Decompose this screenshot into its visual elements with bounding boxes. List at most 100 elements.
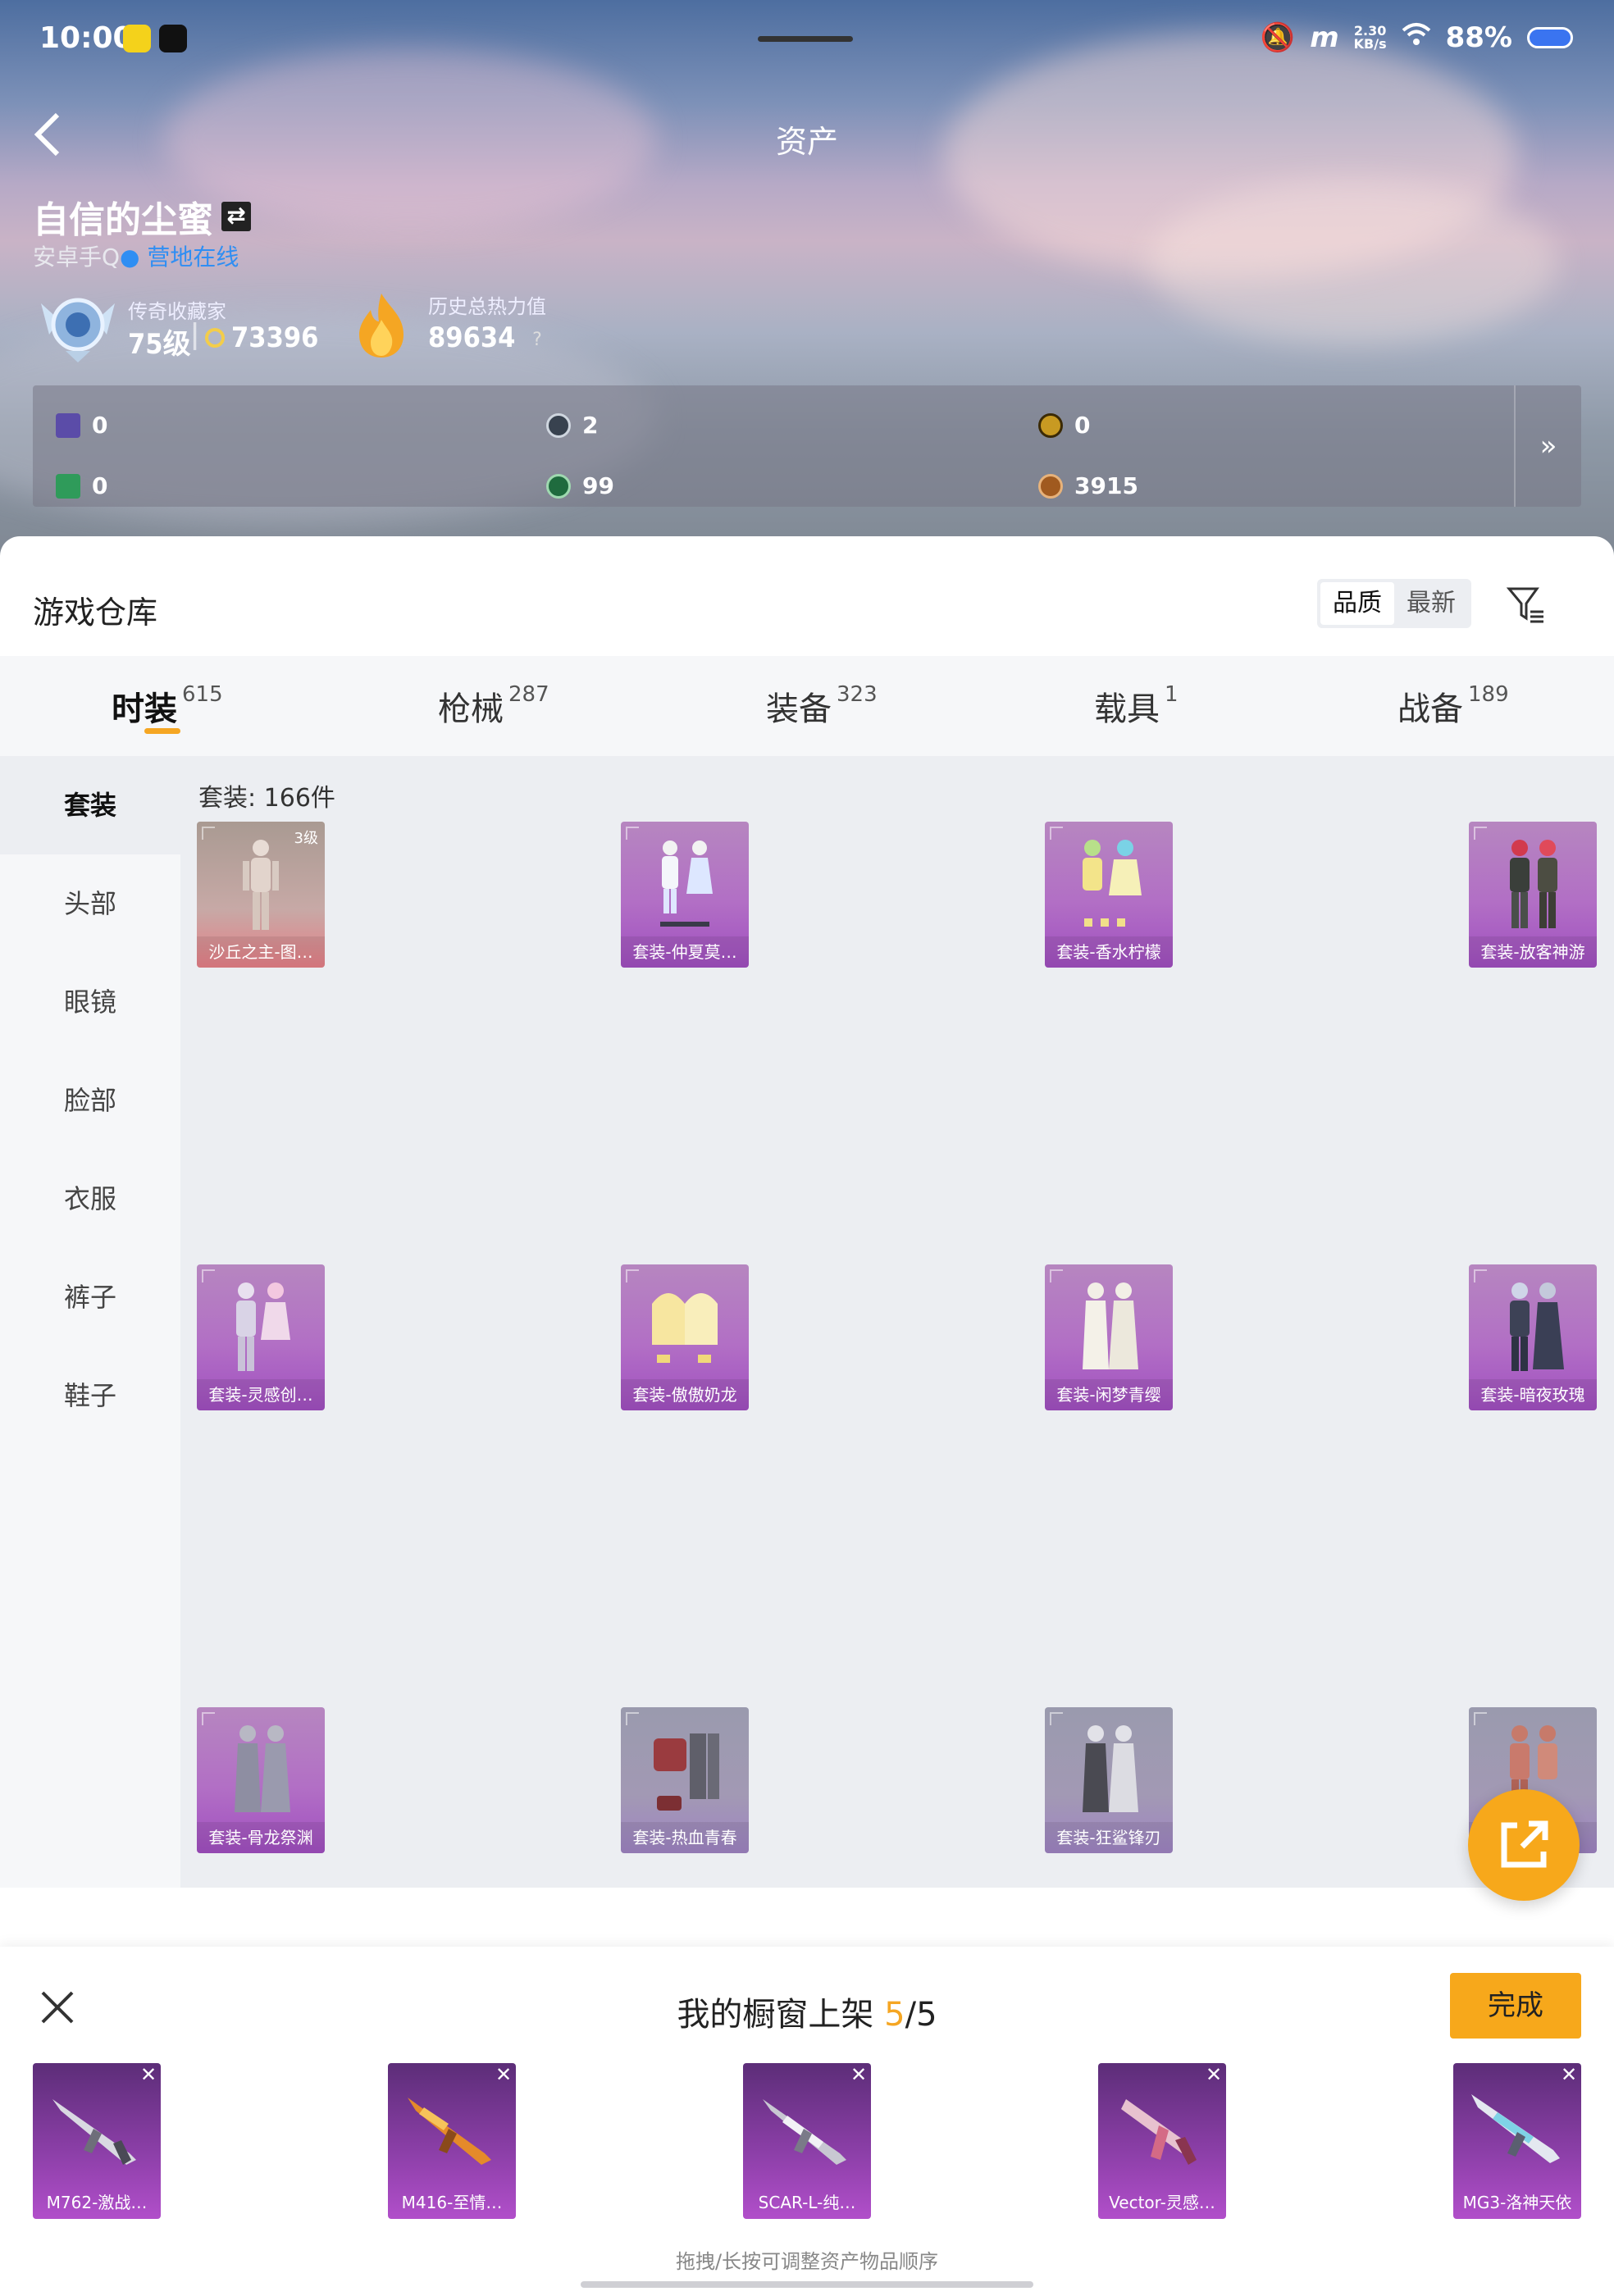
help-icon[interactable]: ? — [525, 328, 549, 353]
item-card[interactable]: 套装-香水柠檬 — [1045, 822, 1173, 968]
outfit-figure-icon — [654, 1733, 719, 1811]
resource-item[interactable]: 0 — [56, 412, 107, 439]
net-speed: 2.30 KB/s — [1353, 23, 1387, 52]
card-icon — [56, 412, 80, 438]
sidebar-item-face[interactable]: 脸部 — [0, 1051, 180, 1150]
wifi-icon — [1402, 21, 1431, 54]
showcase-item[interactable]: ✕ M416-至情… — [388, 2063, 516, 2219]
item-name: 套装-放客神游 — [1469, 936, 1597, 968]
item-name: 套装-灵感创… — [197, 1379, 325, 1410]
resource-item[interactable]: 3915 — [1038, 472, 1138, 499]
tab-vehicles[interactable]: 载具 1 — [1094, 656, 1179, 756]
item-card[interactable]: 套装-暗夜玫瑰 — [1469, 1264, 1597, 1410]
card-corner-mark — [1474, 1712, 1487, 1725]
page-title: 资产 — [775, 124, 838, 160]
resource-item[interactable]: 99 — [546, 472, 614, 499]
status-time: 10:00 — [39, 21, 134, 55]
item-name: 套装-热血青春 — [621, 1822, 749, 1853]
coin-icon — [546, 412, 571, 438]
battery-text: 88% — [1445, 21, 1512, 54]
item-card[interactable]: 套装-灵感创… — [197, 1264, 325, 1410]
item-card[interactable]: 套装-骨龙祭渊 — [197, 1707, 325, 1853]
online-status: 营地在线 — [147, 244, 239, 271]
sidebar-item-pants[interactable]: 裤子 — [0, 1248, 180, 1346]
heat-value: 89634 — [428, 321, 516, 354]
category-tabs: 时装 615 枪械 287 装备 323 载具 1 战备 189 — [0, 656, 1614, 756]
item-name: 套装-狂鲨锋刃 — [1045, 1822, 1173, 1853]
card-corner-mark — [202, 1269, 215, 1282]
share-button[interactable] — [1468, 1789, 1580, 1901]
tab-supplies[interactable]: 战备 189 — [1397, 656, 1509, 756]
user-name: 自信的尘蜜 ⇄ — [33, 190, 251, 243]
warehouse-title: 游戏仓库 — [33, 594, 158, 631]
outfit-figure-icon — [236, 1282, 290, 1371]
sidebar-item-head[interactable]: 头部 — [0, 854, 180, 953]
switch-account-icon[interactable]: ⇄ — [221, 202, 251, 231]
gold-token-icon — [1038, 412, 1063, 438]
card-corner-mark — [626, 1269, 639, 1282]
showcase-count-total: 5 — [916, 1996, 937, 2034]
item-count: 套装: 166件 — [198, 784, 335, 813]
item-card[interactable]: 套装-傲傲奶龙 — [621, 1264, 749, 1410]
sidebar-item-glasses[interactable]: 眼镜 — [0, 953, 180, 1051]
showcase-item-name: SCAR-L-纯… — [758, 2193, 856, 2212]
outfit-figure-icon — [235, 1725, 290, 1812]
remove-item-icon[interactable]: ✕ — [491, 2063, 516, 2088]
remove-item-icon[interactable]: ✕ — [136, 2063, 161, 2088]
done-button[interactable]: 完成 — [1450, 1973, 1581, 2039]
item-card[interactable]: 套装-闲梦青缨 — [1045, 1264, 1173, 1410]
sidebar-item-clothes[interactable]: 衣服 — [0, 1150, 180, 1248]
item-card[interactable]: 套装-热血青春 — [621, 1707, 749, 1853]
collector-badge-icon[interactable] — [33, 287, 123, 366]
sidebar-item-suits[interactable]: 套装 — [0, 756, 180, 854]
showcase-item[interactable]: ✕ Vector-灵感… — [1098, 2063, 1226, 2219]
remove-item-icon[interactable]: ✕ — [846, 2063, 871, 2088]
item-name: 套装-闲梦青缨 — [1045, 1379, 1173, 1410]
share-icon — [1501, 1820, 1548, 1868]
showcase-item[interactable]: ✕ M762-激战… — [33, 2063, 161, 2219]
card-corner-mark — [1050, 1712, 1063, 1725]
item-name: 套装-傲傲奶龙 — [621, 1379, 749, 1410]
tab-outfits[interactable]: 时装 615 — [112, 656, 223, 756]
item-card[interactable]: 套装-放客神游 — [1469, 822, 1597, 968]
heat-label: 历史总热力值 — [428, 295, 546, 318]
home-indicator[interactable] — [581, 2281, 1033, 2288]
item-card[interactable]: 套装-仲夏莫… — [621, 822, 749, 968]
showcase-item[interactable]: ✕ MG3-洛神天依 — [1453, 2063, 1581, 2219]
category-sidebar: 套装 头部 眼镜 脸部 衣服 裤子 鞋子 — [0, 756, 180, 1888]
showcase-item-name: MG3-洛神天依 — [1462, 2193, 1572, 2212]
showcase-hint: 拖拽/长按可调整资产物品顺序 — [675, 2250, 939, 2273]
remove-item-icon[interactable]: ✕ — [1201, 2063, 1226, 2088]
item-card[interactable]: 3级 沙丘之主-图… — [197, 822, 325, 968]
sidebar-item-shoes[interactable]: 鞋子 — [0, 1346, 180, 1445]
item-name: 沙丘之主-图… — [197, 936, 325, 968]
card-corner-mark — [1050, 827, 1063, 840]
tab-equipment[interactable]: 装备 323 — [766, 656, 878, 756]
tab-guns[interactable]: 枪械 287 — [438, 656, 549, 756]
item-name: 套装-香水柠檬 — [1045, 936, 1173, 968]
showcase-count-current: 5 — [884, 1996, 905, 2034]
item-card[interactable]: 套装-狂鲨锋刃 — [1045, 1707, 1173, 1853]
card-corner-mark — [626, 827, 639, 840]
mute-icon: 🔕 — [1260, 21, 1296, 54]
resources-expand-button[interactable]: » — [1514, 385, 1581, 507]
sort-newest[interactable]: 最新 — [1394, 582, 1468, 625]
card-corner-mark — [1050, 1269, 1063, 1282]
sort-quality[interactable]: 品质 — [1320, 582, 1394, 625]
smg-icon — [1121, 2099, 1197, 2165]
bronze-coin-icon — [1038, 473, 1063, 499]
resource-item[interactable]: 2 — [546, 412, 598, 439]
filter-icon[interactable] — [1506, 584, 1547, 625]
outfit-figure-icon — [243, 840, 279, 930]
window-handle[interactable] — [758, 36, 853, 42]
resource-item[interactable]: 0 — [1038, 412, 1090, 439]
resource-item[interactable]: 0 — [56, 472, 107, 499]
showcase-item[interactable]: ✕ SCAR-L-纯… — [743, 2063, 871, 2219]
card-corner-mark — [202, 827, 215, 840]
outfit-figure-icon — [660, 840, 713, 927]
outfit-figure-icon — [1083, 840, 1142, 927]
remove-item-icon[interactable]: ✕ — [1557, 2063, 1581, 2088]
collector-level: 75级 — [128, 328, 191, 361]
outfit-figure-icon — [652, 1293, 718, 1363]
collector-points: 73396 — [231, 321, 319, 354]
